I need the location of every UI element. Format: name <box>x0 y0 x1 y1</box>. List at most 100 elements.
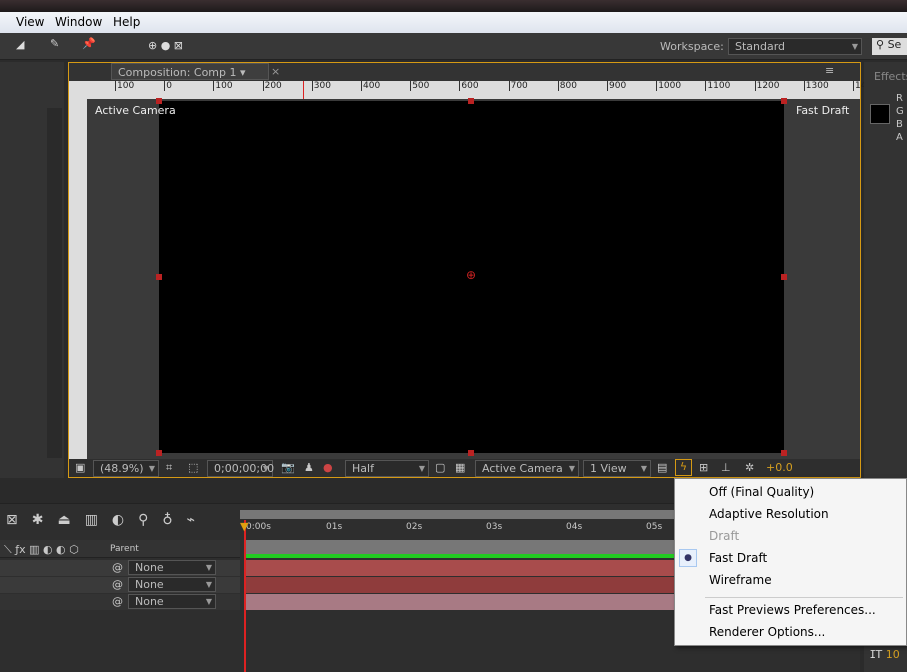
region-of-interest-icon[interactable]: ▢ <box>435 461 445 474</box>
menu-item-renderer-options[interactable]: Renderer Options... <box>709 621 825 643</box>
time-tick: 03s <box>486 522 503 532</box>
channel-icon[interactable]: ● <box>323 461 333 474</box>
axis-mode-icon[interactable]: ⊕ ● ⊠ <box>148 39 183 52</box>
menu-item[interactable]: Fast Draft <box>709 547 767 569</box>
ruler-label: 1100 <box>705 81 731 91</box>
menu-item[interactable]: Adaptive Resolution <box>709 503 829 525</box>
tab-composition[interactable]: Composition: Comp 1 ▾ <box>111 63 269 80</box>
ruler-label: 100 <box>115 81 135 91</box>
layer-row[interactable]: @ None <box>0 594 240 610</box>
text-tool-icon[interactable]: ⵊT 10 <box>870 648 900 661</box>
channel-values: RGBA <box>896 93 904 143</box>
camera-view-dropdown[interactable]: Active Camera <box>475 460 579 477</box>
color-swatch <box>870 104 890 124</box>
panel-menu-icon[interactable]: ≡ <box>825 64 834 77</box>
menu-item[interactable]: Wireframe <box>709 569 772 591</box>
current-time-indicator[interactable] <box>244 520 246 672</box>
composition-canvas[interactable]: ⊕ <box>156 98 787 456</box>
snapshot-icon[interactable]: 📷 <box>281 461 295 474</box>
view-layout-dropdown[interactable]: 1 View <box>583 460 651 477</box>
timeline-icon[interactable]: ⊞ <box>699 461 708 474</box>
pickwhip-icon[interactable]: @ <box>112 561 123 574</box>
ruler-label: 1000 <box>656 81 682 91</box>
puppet-pin-tool-icon[interactable]: 📌 <box>82 37 96 50</box>
ruler-label: 1300 <box>803 81 829 91</box>
renderer-label: Fast Draft <box>796 104 850 117</box>
ruler-label: 600 <box>459 81 479 91</box>
parent-dropdown[interactable]: None <box>128 594 216 609</box>
exposure-value[interactable]: +0.0 <box>766 461 793 474</box>
parent-dropdown[interactable]: None <box>128 577 216 592</box>
safe-zones-icon[interactable]: ⌗ <box>166 461 172 475</box>
menu-item-fast-previews-preferences[interactable]: Fast Previews Preferences... <box>709 599 876 621</box>
show-snapshot-icon[interactable]: ♟ <box>304 461 314 474</box>
menu-item[interactable]: Off (Final Quality) <box>709 481 814 503</box>
resolution-dropdown[interactable]: Half <box>345 460 429 477</box>
workspace-label: Workspace: <box>660 40 724 53</box>
project-panel <box>0 62 64 478</box>
tools-panel: ◢ ✎ 📌 ⊕ ● ⊠ Workspace: Standard ⚲ Se <box>0 33 907 60</box>
layer-bar[interactable] <box>246 577 676 593</box>
ruler-label: 400 <box>361 81 381 91</box>
layer-bar[interactable] <box>246 594 676 610</box>
exposure-icon[interactable]: ✲ <box>745 461 754 474</box>
time-tick: 0:00s <box>246 522 271 532</box>
layer-row[interactable]: @ None <box>0 577 240 593</box>
work-area-bar[interactable] <box>240 510 680 519</box>
mask-visibility-icon[interactable]: ⬚ <box>188 461 198 474</box>
ruler-label: 900 <box>607 81 627 91</box>
magnification-dropdown[interactable]: (48.9%) <box>93 460 159 477</box>
ruler-label: 100 <box>213 81 233 91</box>
composition-panel: Composition: Comp 1 ▾ × ≡ 100 0 100 200 300 4… <box>68 62 872 478</box>
selected-radio-icon: ● <box>679 549 697 567</box>
fast-previews-icon[interactable]: ϟ <box>675 459 692 476</box>
ruler-label: 500 <box>410 81 430 91</box>
time-tick: 05s <box>646 522 663 532</box>
viewer[interactable]: ⊕ Active Camera Fast Draft <box>87 98 860 459</box>
pickwhip-icon[interactable]: @ <box>112 595 123 608</box>
flowchart-icon[interactable]: ⊥ <box>721 461 731 474</box>
time-tick: 01s <box>326 522 343 532</box>
roto-brush-tool-icon[interactable]: ✎ <box>50 37 59 50</box>
parent-dropdown[interactable]: None <box>128 560 216 575</box>
horizontal-ruler: 100 0 100 200 300 400 500 600 700 800 900 1000 1100 1… <box>69 81 872 99</box>
close-tab-icon[interactable]: × <box>271 65 280 78</box>
always-preview-icon[interactable]: ▣ <box>75 461 85 474</box>
menu-separator <box>705 597 903 598</box>
vertical-ruler <box>69 99 87 459</box>
playhead-icon[interactable]: ▼ <box>240 520 248 533</box>
fast-previews-menu: Off (Final Quality) Adaptive Resolution Dr… <box>674 478 907 646</box>
viewer-controls: ▣ (48.9%) ⌗ ⬚ 0;00;00;00 📷 ♟ ● Half ▢ ▦ … <box>69 459 860 477</box>
ruler-label: 200 <box>262 81 282 91</box>
pickwhip-icon[interactable]: @ <box>112 578 123 591</box>
eraser-tool-icon[interactable]: ◢ <box>16 38 24 51</box>
time-ruler[interactable]: 0:00s 01s 02s 03s 04s 05s <box>240 520 680 540</box>
menu-window[interactable]: Window <box>55 15 102 29</box>
time-tick: 02s <box>406 522 423 532</box>
time-tick: 04s <box>566 522 583 532</box>
ruler-label: 0 <box>164 81 172 91</box>
timeline-switches-icons[interactable]: ⊠✱⏏▥◐⚲♁⌁ <box>6 512 209 528</box>
menu-item: Draft <box>709 529 740 543</box>
ruler-label: 300 <box>311 81 331 91</box>
search-help-input[interactable]: ⚲ Se <box>872 38 907 55</box>
layer-row[interactable]: @ None <box>0 560 240 576</box>
ruler-label: 1200 <box>754 81 780 91</box>
transparency-grid-icon[interactable]: ▦ <box>455 461 465 474</box>
scrollbar[interactable] <box>47 108 62 458</box>
timecode-display[interactable]: 0;00;00;00 <box>207 460 274 477</box>
ruler-label: 800 <box>557 81 577 91</box>
workspace-dropdown[interactable]: Standard <box>728 38 862 55</box>
toggle-pixel-aspect-icon[interactable]: ▤ <box>657 461 667 474</box>
menu-bar: View Window Help <box>0 12 907 33</box>
effects-tab[interactable]: Effects <box>874 70 907 83</box>
ruler-label: 700 <box>508 81 528 91</box>
layer-bar[interactable] <box>246 560 676 576</box>
parent-header: Parent <box>110 544 139 554</box>
camera-label: Active Camera <box>95 104 176 117</box>
menu-view[interactable]: View <box>16 15 44 29</box>
menu-help[interactable]: Help <box>113 15 140 29</box>
desktop-strip <box>0 0 907 12</box>
anchor-crosshair-icon: ⊕ <box>466 268 477 282</box>
ruler-cursor <box>303 81 304 99</box>
